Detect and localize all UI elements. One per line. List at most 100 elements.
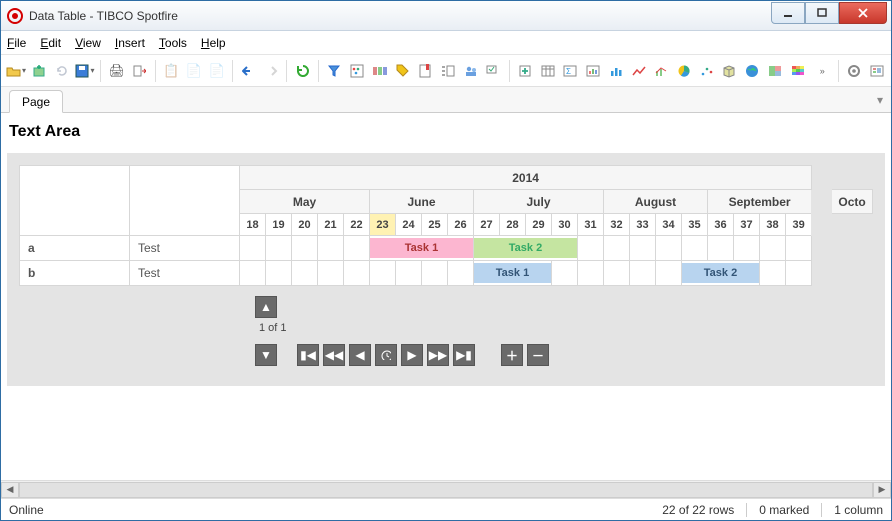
graphical-table-button[interactable] <box>583 60 604 82</box>
svg-text:Σ: Σ <box>566 67 571 76</box>
more-vis-button[interactable]: » <box>812 60 833 82</box>
gantt-row-id: b <box>20 261 130 286</box>
paste-special-button[interactable]: 📄 <box>206 60 227 82</box>
nav-prev-button[interactable]: ◀ <box>349 344 371 366</box>
undo-button[interactable] <box>238 60 259 82</box>
settings-button[interactable] <box>844 60 865 82</box>
window-buttons <box>771 2 887 24</box>
3dscatter-button[interactable] <box>719 60 740 82</box>
zoom-out-button[interactable]: － <box>527 344 549 366</box>
combo-chart-button[interactable] <box>651 60 672 82</box>
tab-page[interactable]: Page <box>9 90 63 113</box>
window-title: Data Table - TIBCO Spotfire <box>29 9 771 23</box>
gantt-cell <box>396 261 422 286</box>
menu-help[interactable]: Help <box>201 36 226 50</box>
crosstable-button[interactable]: Σ <box>560 60 581 82</box>
maximize-button[interactable] <box>805 2 839 24</box>
scroll-thumb[interactable] <box>20 483 872 497</box>
line-chart-button[interactable] <box>628 60 649 82</box>
map-chart-button[interactable] <box>742 60 763 82</box>
menu-edit[interactable]: Edit <box>40 36 61 50</box>
status-marked: 0 marked <box>759 503 809 517</box>
gantt-cell <box>422 261 448 286</box>
gantt-edge <box>812 261 832 286</box>
bookmarks-button[interactable] <box>415 60 436 82</box>
app-window: Data Table - TIBCO Spotfire File Edit Vi… <box>0 0 892 521</box>
pie-chart-button[interactable] <box>674 60 695 82</box>
save-button[interactable]: ▾ <box>74 60 95 82</box>
scatter-button[interactable] <box>696 60 717 82</box>
gantt-bar[interactable]: Task 1 <box>370 236 474 261</box>
menu-insert[interactable]: Insert <box>115 36 145 50</box>
gantt-cell <box>786 236 812 261</box>
pager-up-button[interactable]: ▲ <box>255 296 277 318</box>
gantt-container: 2014MayJuneJulyAugustSeptemberOcto181920… <box>7 153 885 386</box>
scroll-track[interactable] <box>19 482 873 498</box>
reload-button[interactable] <box>292 60 313 82</box>
app-icon <box>7 8 23 24</box>
zoom-in-button[interactable]: ＋ <box>501 344 523 366</box>
scroll-left-button[interactable]: ◀ <box>1 482 19 498</box>
gantt-table: 2014MayJuneJulyAugustSeptemberOcto181920… <box>19 165 873 286</box>
refresh-data-button[interactable] <box>52 60 73 82</box>
minimize-button[interactable] <box>771 2 805 24</box>
scroll-right-button[interactable]: ▶ <box>873 482 891 498</box>
gantt-bar[interactable]: Task 2 <box>474 236 578 261</box>
gantt-week: 33 <box>630 214 656 236</box>
nav-last-button[interactable]: ▶▮ <box>453 344 475 366</box>
gantt-month: May <box>240 190 370 214</box>
copy-button[interactable]: 📋 <box>161 60 182 82</box>
nav-next-button[interactable]: ▶ <box>401 344 423 366</box>
gantt-month: June <box>370 190 474 214</box>
menu-tools[interactable]: Tools <box>159 36 187 50</box>
table-vis-button[interactable] <box>537 60 558 82</box>
gantt-bar[interactable]: Task 2 <box>682 261 760 286</box>
gantt-week: 39 <box>786 214 812 236</box>
lists-button[interactable] <box>437 60 458 82</box>
details-button[interactable] <box>369 60 390 82</box>
nav-prev-fast-button[interactable]: ◀◀ <box>323 344 345 366</box>
nav-today-button[interactable] <box>375 344 397 366</box>
close-button[interactable] <box>839 2 887 24</box>
export-button[interactable] <box>129 60 150 82</box>
pager-down-button[interactable]: ▼ <box>255 344 277 366</box>
gantt-month: Octo <box>832 190 873 214</box>
open-button[interactable]: ▾ <box>5 60 27 82</box>
gantt-week: 20 <box>292 214 318 236</box>
gantt-bar[interactable]: Task 1 <box>474 261 552 286</box>
status-rows: 22 of 22 rows <box>662 503 734 517</box>
gantt-cell <box>266 261 292 286</box>
gantt-cell <box>370 261 396 286</box>
heatmap-button[interactable] <box>787 60 808 82</box>
menu-file[interactable]: File <box>7 36 26 50</box>
gantt-cell <box>656 261 682 286</box>
paste-button[interactable]: 📄 <box>183 60 204 82</box>
gantt-cell <box>656 236 682 261</box>
new-page-button[interactable] <box>515 60 536 82</box>
find-button[interactable] <box>483 60 504 82</box>
nav-next-fast-button[interactable]: ▶▶ <box>427 344 449 366</box>
gantt-cell <box>344 236 370 261</box>
redo-button[interactable] <box>261 60 282 82</box>
add-data-button[interactable] <box>29 60 50 82</box>
vis-props-button[interactable] <box>866 60 887 82</box>
data-panel-button[interactable] <box>347 60 368 82</box>
gantt-cell <box>344 261 370 286</box>
menu-view[interactable]: View <box>75 36 101 50</box>
treemap-button[interactable] <box>764 60 785 82</box>
bar-chart-button[interactable] <box>605 60 626 82</box>
gantt-week: 35 <box>682 214 708 236</box>
tags-button[interactable] <box>392 60 413 82</box>
filter-button[interactable] <box>324 60 345 82</box>
print-button[interactable]: 🖨 <box>106 60 127 82</box>
toolbar: ▾ ▾ 🖨 📋 📄 📄 <box>1 55 891 87</box>
horizontal-scrollbar[interactable]: ◀ ▶ <box>1 480 891 498</box>
gantt-week: 21 <box>318 214 344 236</box>
pager-nav-row: ▼ ▮◀ ◀◀ ◀ ▶ ▶▶ ▶▮ ＋ － <box>255 344 873 366</box>
gantt-year: 2014 <box>240 166 812 190</box>
tab-overflow-button[interactable]: ▾ <box>877 93 883 107</box>
gantt-week: 36 <box>708 214 734 236</box>
gantt-cell <box>630 261 656 286</box>
nav-first-button[interactable]: ▮◀ <box>297 344 319 366</box>
collaboration-button[interactable] <box>460 60 481 82</box>
